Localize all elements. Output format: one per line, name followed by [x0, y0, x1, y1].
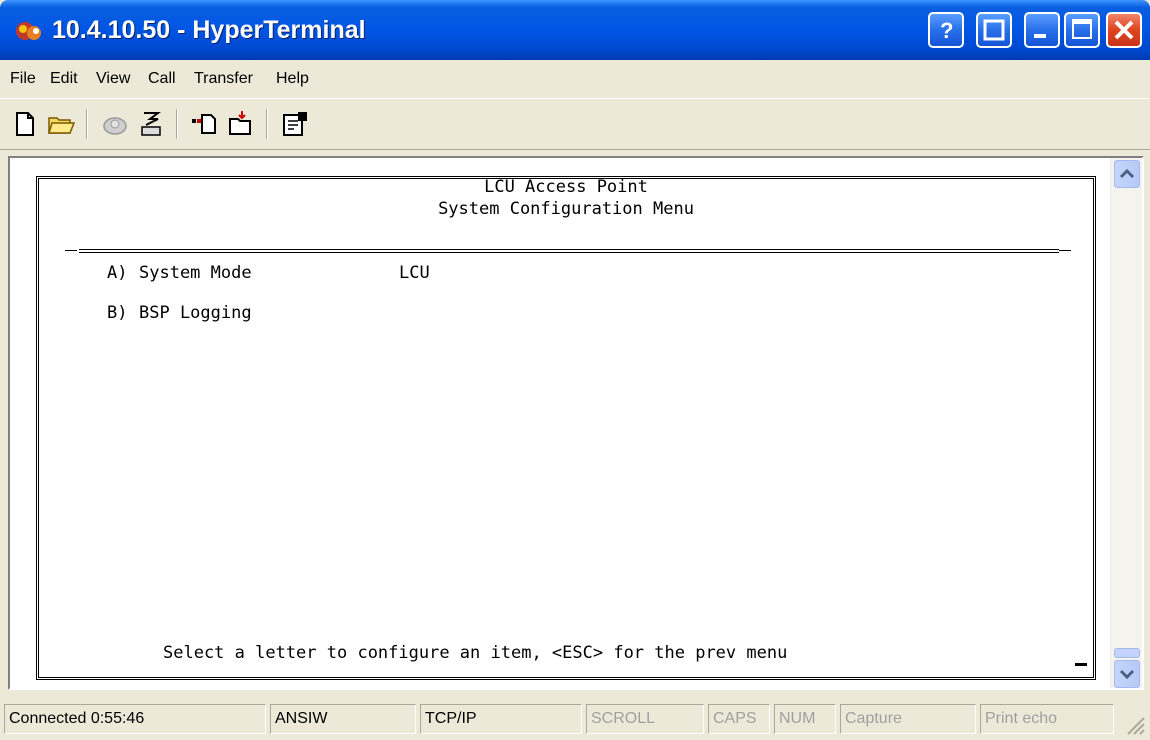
terminal-prompt: Select a letter to configure an item, <E…	[163, 643, 788, 663]
status-num: NUM	[774, 704, 836, 734]
status-emulation: ANSIW	[270, 704, 416, 734]
send-icon	[192, 114, 216, 134]
status-print-echo: Print echo	[980, 704, 1114, 734]
restore-button[interactable]	[976, 12, 1012, 48]
scroll-up-button[interactable]	[1114, 160, 1140, 188]
chevron-down-icon	[1119, 669, 1135, 680]
option-b-key[interactable]: B)	[107, 303, 127, 323]
option-a-label[interactable]: System Mode	[139, 263, 252, 283]
terminal-divider	[79, 249, 1059, 253]
menu-transfer[interactable]: Transfer	[194, 68, 253, 90]
menu-help[interactable]: Help	[276, 68, 309, 90]
toolbar	[0, 98, 1150, 150]
disconnect-icon	[103, 117, 127, 135]
properties-icon	[283, 112, 307, 136]
option-a-value: LCU	[399, 263, 430, 283]
menu-file[interactable]: File	[10, 68, 36, 90]
status-caps: CAPS	[708, 704, 770, 734]
close-button[interactable]	[1106, 12, 1142, 48]
option-b-label[interactable]: BSP Logging	[139, 303, 252, 323]
status-scroll: SCROLL	[586, 704, 704, 734]
terminal-heading-menu: System Configuration Menu	[438, 199, 694, 219]
open-icon	[47, 117, 76, 134]
minimize-button[interactable]	[1024, 12, 1060, 48]
maximize-icon	[1072, 19, 1092, 39]
rule-left-tick	[65, 250, 77, 251]
terminal-screen[interactable]: LCU Access Point System Configuration Me…	[38, 177, 1094, 678]
terminal-heading-product: LCU Access Point	[484, 177, 648, 197]
new-connection-button[interactable]	[10, 109, 40, 139]
vertical-scrollbar[interactable]	[1110, 158, 1142, 688]
maximize-button[interactable]	[1064, 12, 1100, 48]
receive-button[interactable]	[226, 109, 256, 139]
dial-button[interactable]	[136, 109, 166, 139]
scroll-thumb[interactable]	[1114, 648, 1140, 658]
dial-icon	[141, 112, 161, 136]
hyperterminal-app-icon[interactable]	[14, 18, 44, 44]
status-connected: Connected 0:55:46	[4, 704, 266, 734]
scroll-down-button[interactable]	[1114, 660, 1140, 688]
properties-button[interactable]	[280, 109, 310, 139]
status-protocol: TCP/IP	[420, 704, 582, 734]
menu-bar: File Edit View Call Transfer Help	[0, 60, 1150, 98]
resize-grip-icon[interactable]	[1124, 714, 1146, 736]
help-icon: ?	[940, 18, 953, 43]
menu-edit[interactable]: Edit	[50, 68, 78, 90]
toolbar-separator	[86, 109, 88, 139]
menu-call[interactable]: Call	[148, 68, 176, 90]
text-cursor	[1075, 663, 1087, 666]
hyperterminal-window: 10.4.10.50 - HyperTerminal ? File Edit V…	[0, 0, 1150, 740]
status-bar: Connected 0:55:46 ANSIW TCP/IP SCROLL CA…	[0, 698, 1150, 740]
receive-icon	[229, 111, 251, 135]
toolbar-separator	[176, 109, 178, 139]
status-capture: Capture	[840, 704, 976, 734]
terminal-pane[interactable]: LCU Access Point System Configuration Me…	[8, 156, 1144, 690]
send-button[interactable]	[190, 109, 220, 139]
disconnect-button[interactable]	[100, 109, 130, 139]
menu-view[interactable]: View	[96, 68, 130, 90]
rule-right-tick	[1059, 250, 1071, 251]
option-a-key[interactable]: A)	[107, 263, 127, 283]
title-bar[interactable]: 10.4.10.50 - HyperTerminal ?	[0, 0, 1150, 60]
chevron-up-icon	[1119, 168, 1135, 179]
help-button[interactable]: ?	[928, 12, 964, 48]
new-connection-icon	[16, 112, 34, 136]
restore-icon	[983, 19, 1005, 41]
open-button[interactable]	[46, 109, 76, 139]
window-title: 10.4.10.50 - HyperTerminal	[52, 16, 366, 44]
toolbar-separator	[266, 109, 268, 139]
svg-text:?: ?	[940, 18, 953, 43]
minimize-icon	[1034, 34, 1046, 38]
close-icon	[1114, 20, 1134, 40]
